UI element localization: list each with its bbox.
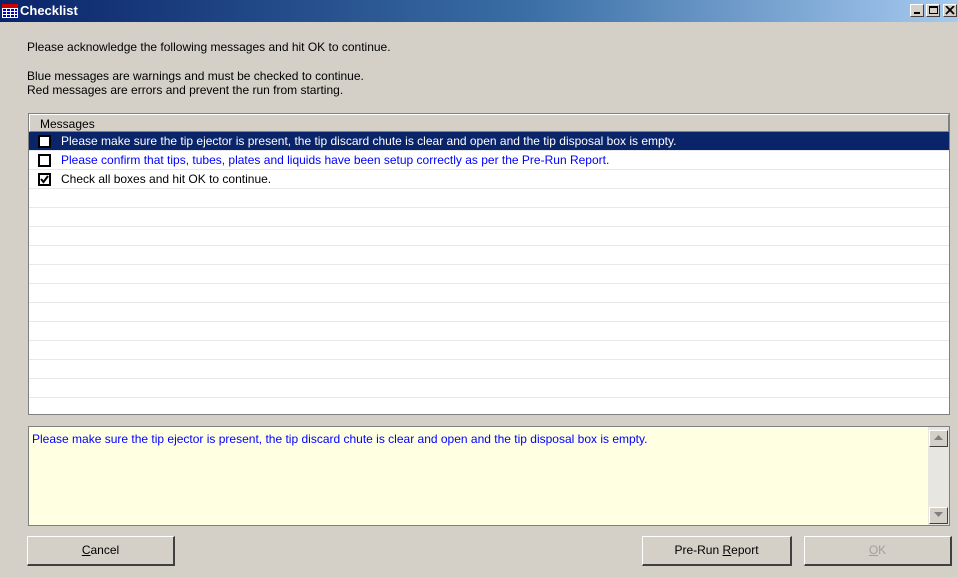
app-icon <box>2 3 18 19</box>
close-icon <box>945 6 955 15</box>
intro-text: Please acknowledge the following message… <box>27 40 391 54</box>
scroll-down-button[interactable] <box>929 507 948 524</box>
detail-scrollbar[interactable] <box>928 427 949 525</box>
message-detail-text: Please make sure the tip ejector is pres… <box>32 432 648 446</box>
scroll-up-button[interactable] <box>929 430 948 447</box>
empty-row <box>29 341 949 360</box>
message-text: Check all boxes and hit OK to continue. <box>61 172 272 186</box>
legend-errors-text: Red messages are errors and prevent the … <box>27 83 344 97</box>
pre-run-report-mnemonic: R <box>722 543 732 557</box>
arrow-up-icon <box>934 435 943 440</box>
maximize-button[interactable] <box>926 4 940 17</box>
message-detail-box[interactable]: Please make sure the tip ejector is pres… <box>28 426 950 526</box>
ok-button[interactable]: OK <box>804 536 952 566</box>
empty-row <box>29 322 949 341</box>
legend-warnings-text: Blue messages are warnings and must be c… <box>27 69 364 83</box>
empty-row <box>29 265 949 284</box>
message-text: Please make sure the tip ejector is pres… <box>61 134 677 148</box>
messages-rows: Please make sure the tip ejector is pres… <box>29 132 949 414</box>
arrow-down-icon <box>934 512 943 517</box>
empty-row <box>29 208 949 227</box>
minimize-button[interactable] <box>910 4 924 17</box>
empty-row <box>29 379 949 398</box>
empty-row <box>29 189 949 208</box>
close-button[interactable] <box>943 4 957 17</box>
empty-row <box>29 303 949 322</box>
message-checkbox[interactable] <box>38 173 51 186</box>
message-row[interactable]: Please make sure the tip ejector is pres… <box>29 132 949 151</box>
check-icon <box>40 175 49 184</box>
messages-header-label: Messages <box>40 117 95 131</box>
message-text: Please confirm that tips, tubes, plates … <box>61 153 610 167</box>
empty-row <box>29 360 949 379</box>
ok-mnemonic: O <box>868 543 879 557</box>
cancel-button[interactable]: Cancel <box>27 536 175 566</box>
empty-row <box>29 284 949 303</box>
messages-column-header[interactable]: Messages <box>29 114 949 132</box>
maximize-icon <box>929 6 938 14</box>
empty-row <box>29 227 949 246</box>
minimize-icon <box>914 12 920 14</box>
ok-label: K <box>878 543 887 557</box>
pre-run-report-label-rest: eport <box>731 543 759 557</box>
message-row[interactable]: Please confirm that tips, tubes, plates … <box>29 151 949 170</box>
message-checkbox[interactable] <box>38 135 51 148</box>
cancel-label: ancel <box>90 543 120 557</box>
pre-run-report-label-prefix: Pre-Run <box>674 543 723 557</box>
messages-list[interactable]: Messages Please make sure the tip ejecto… <box>28 113 950 415</box>
window-title: Checklist <box>20 3 78 18</box>
empty-row <box>29 398 949 414</box>
checklist-window: Checklist Please acknowledge the followi… <box>0 0 958 577</box>
empty-row <box>29 246 949 265</box>
message-checkbox[interactable] <box>38 154 51 167</box>
title-bar[interactable]: Checklist <box>0 0 958 22</box>
message-row[interactable]: Check all boxes and hit OK to continue. <box>29 170 949 189</box>
pre-run-report-button[interactable]: Pre-Run Report <box>642 536 792 566</box>
